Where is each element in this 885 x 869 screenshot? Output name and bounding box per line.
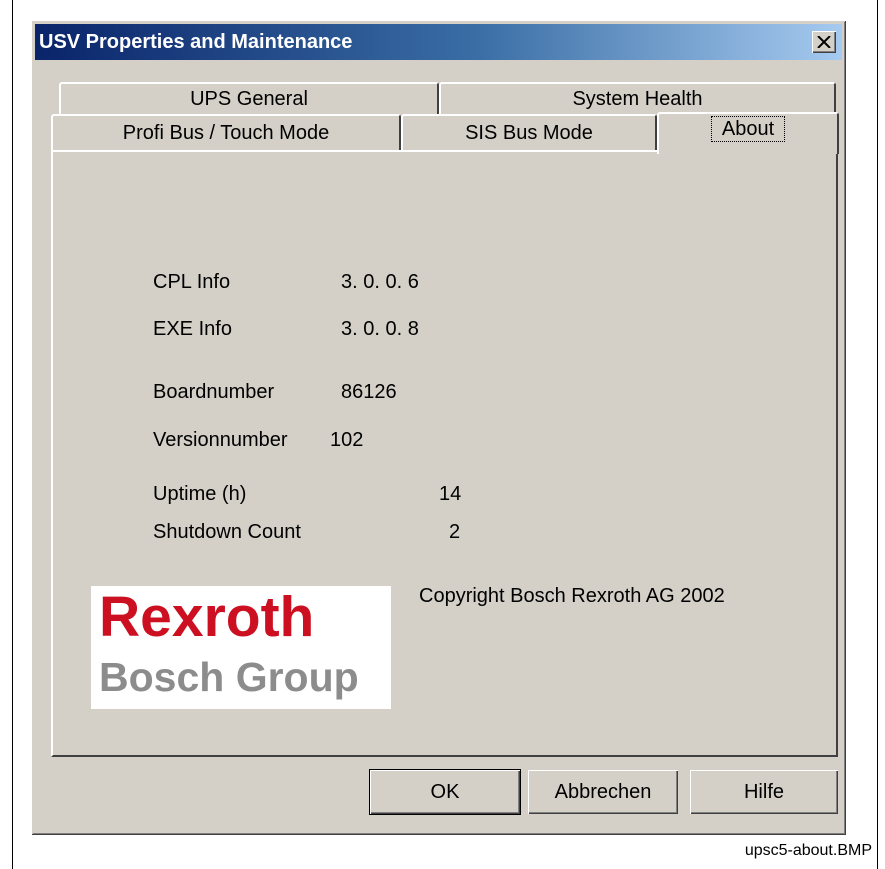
tab-label: Profi Bus / Touch Mode — [122, 122, 330, 144]
window-title: USV Properties and Maintenance — [39, 31, 353, 53]
ok-button[interactable]: OK — [370, 770, 520, 814]
shutdown-count-label: Shutdown Count — [153, 521, 301, 543]
logo-rexroth-text: Rexroth — [99, 585, 315, 649]
cancel-button[interactable]: Abbrechen — [528, 770, 678, 814]
tab-profi-bus-touch-mode[interactable]: Profi Bus / Touch Mode — [51, 114, 401, 150]
uptime-value: 14 — [439, 483, 462, 505]
ok-button-label: OK — [430, 780, 460, 803]
versionnumber-label: Versionnumber — [153, 429, 288, 451]
cancel-button-label: Abbrechen — [554, 780, 652, 803]
shutdown-count-value: 2 — [449, 521, 461, 543]
cpl-info-value: 3. 0. 0. 6 — [341, 271, 419, 293]
help-button-label: Hilfe — [743, 780, 784, 803]
tab-system-health[interactable]: System Health — [439, 82, 836, 114]
tab-sis-bus-mode[interactable]: SIS Bus Mode — [401, 114, 657, 150]
close-button[interactable] — [812, 31, 836, 53]
uptime-label: Uptime (h) — [153, 483, 247, 505]
frame-right-border — [877, 0, 878, 869]
tab-about[interactable]: About — [657, 112, 839, 154]
properties-dialog: USV Properties and Maintenance UPS Gener… — [31, 20, 846, 835]
close-icon — [817, 36, 831, 48]
boardnumber-label: Boardnumber — [153, 381, 275, 403]
boardnumber-value: 86126 — [341, 381, 397, 403]
exe-info-value: 3. 0. 0. 8 — [341, 318, 419, 340]
tab-label: UPS General — [190, 88, 308, 110]
tab-label: System Health — [572, 88, 703, 110]
tab-label: About — [710, 116, 786, 142]
frame-left-border — [12, 0, 13, 869]
help-button[interactable]: Hilfe — [690, 770, 838, 814]
copyright-text: Copyright Bosch Rexroth AG 2002 — [419, 585, 725, 607]
versionnumber-value: 102 — [330, 429, 364, 451]
exe-info-label: EXE Info — [153, 318, 232, 340]
tab-ups-general[interactable]: UPS General — [59, 82, 439, 114]
tab-label: SIS Bus Mode — [465, 122, 593, 144]
image-caption: upsc5-about.BMP — [744, 842, 872, 859]
cpl-info-label: CPL Info — [153, 271, 231, 293]
rexroth-logo: Rexroth Bosch Group — [91, 585, 391, 709]
logo-bosch-group-text: Bosch Group — [99, 654, 359, 700]
title-bar[interactable]: USV Properties and Maintenance — [35, 24, 842, 60]
